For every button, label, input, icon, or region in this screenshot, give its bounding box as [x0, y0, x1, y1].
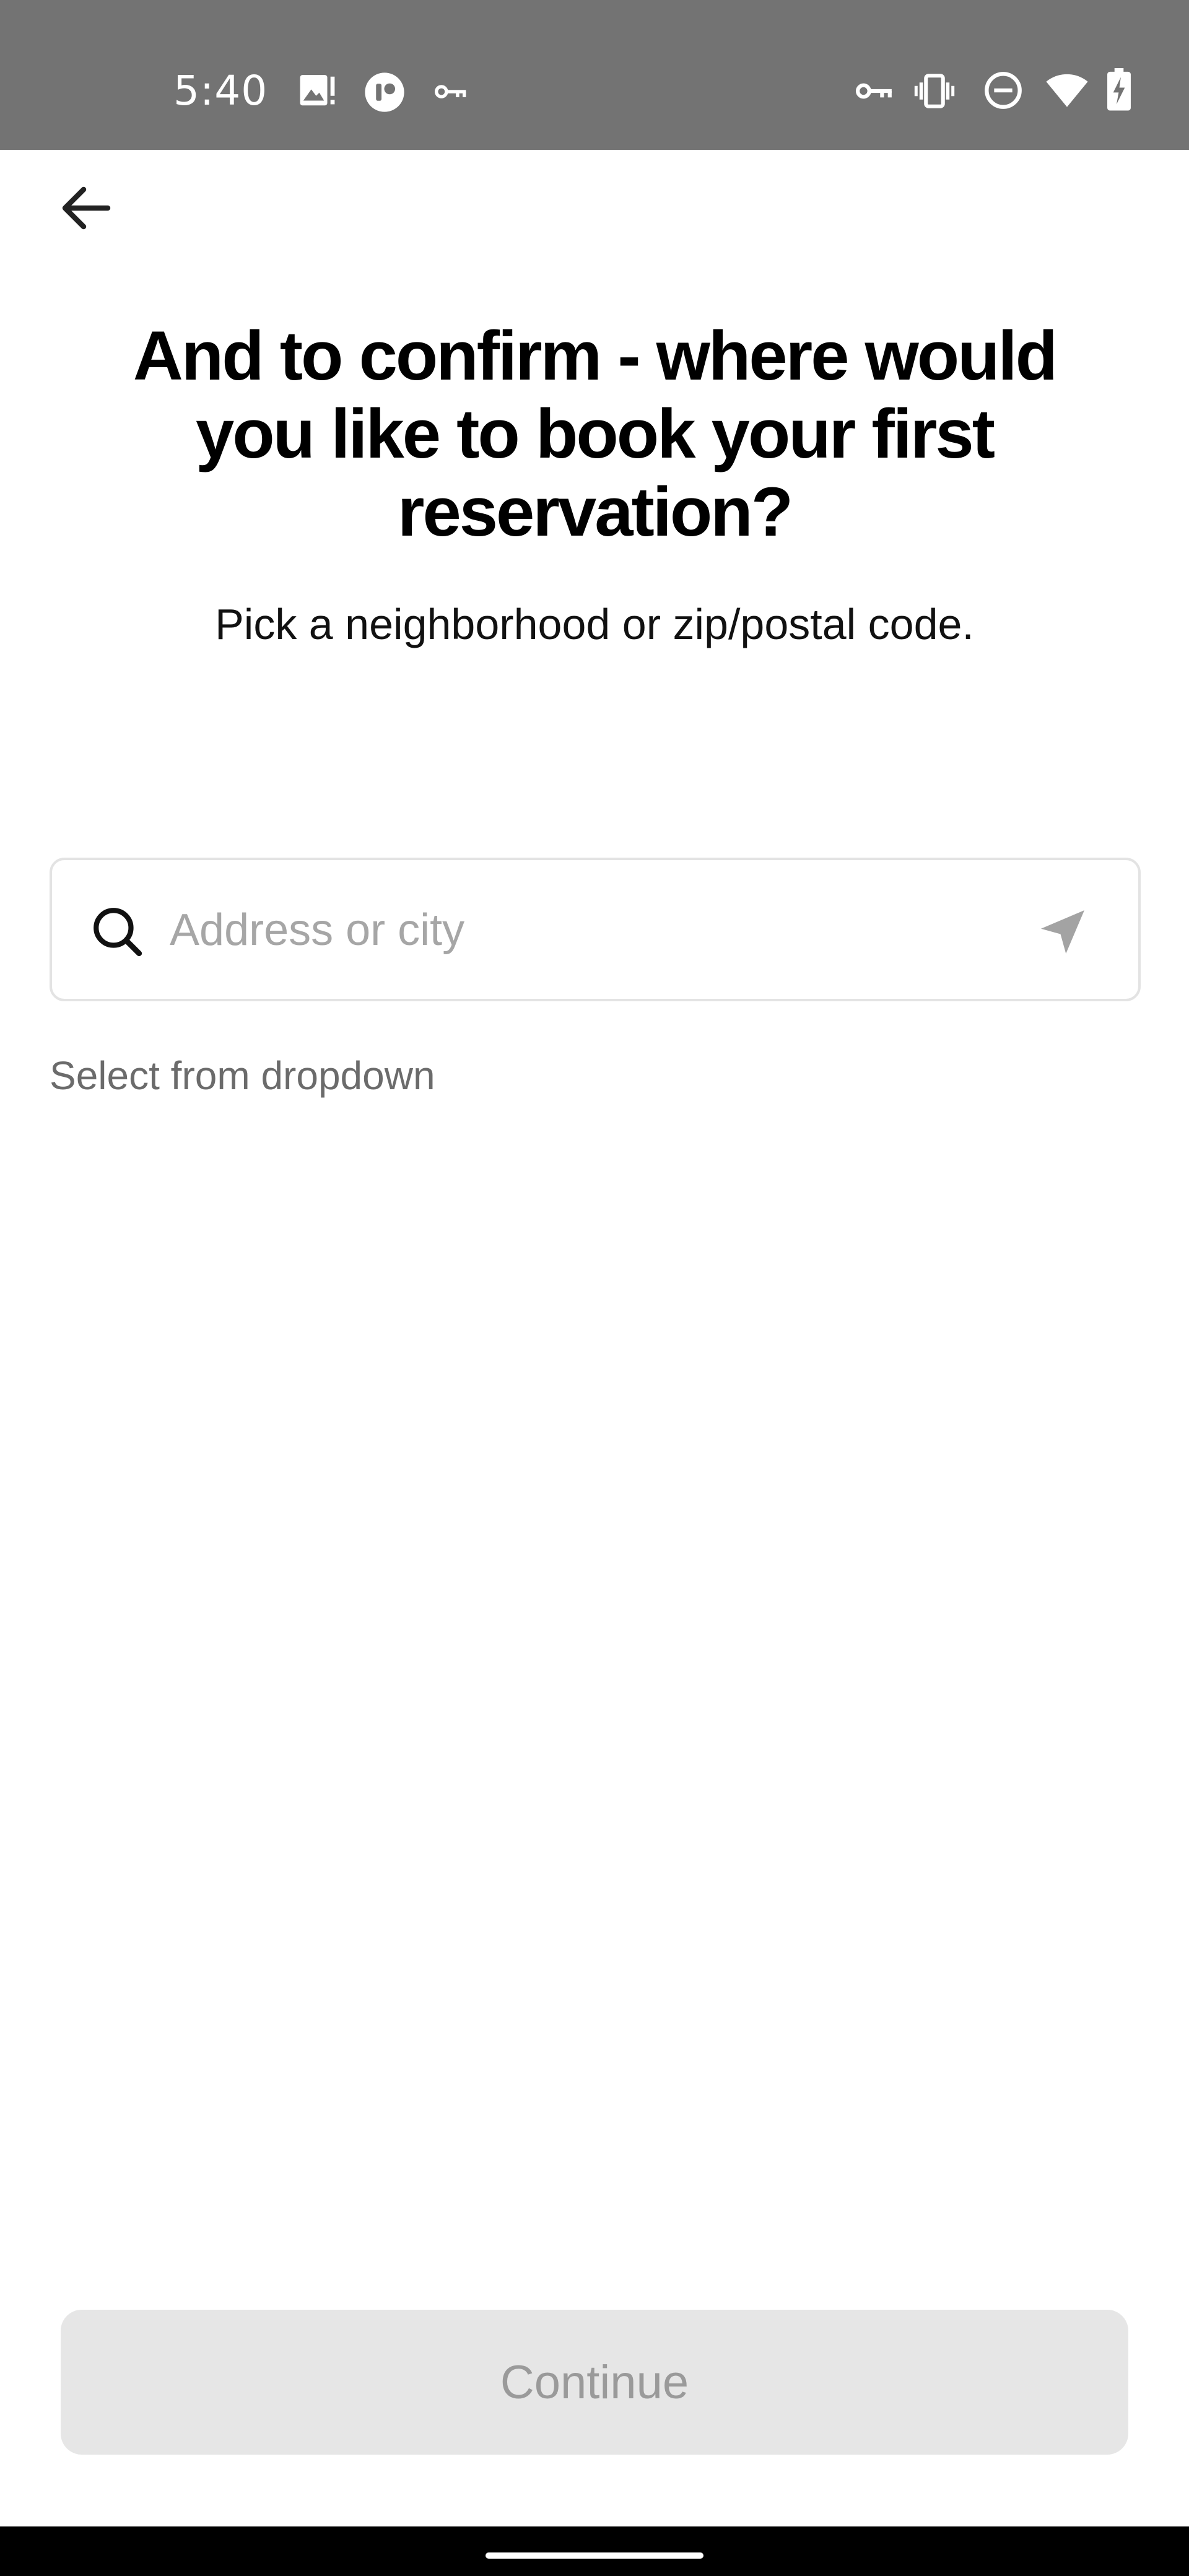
continue-button[interactable]: Continue — [61, 2310, 1128, 2455]
page-title: And to confirm - where would you like to… — [133, 317, 1058, 550]
vpn-key-icon — [856, 77, 894, 108]
home-gesture-handle[interactable] — [486, 2552, 703, 2559]
back-button[interactable] — [54, 178, 116, 240]
status-bar: 5:40 — [0, 0, 1189, 150]
do-not-disturb-icon — [983, 71, 1023, 113]
status-time: 5:40 — [173, 67, 268, 115]
address-search-box[interactable] — [50, 858, 1141, 1001]
vpn-key-icon — [435, 79, 468, 107]
helper-text: Select from dropdown — [50, 1053, 435, 1098]
vibrate-icon — [914, 71, 955, 115]
image-alert-icon — [298, 72, 337, 113]
screen: 5:40 And to confirm - where would you li… — [0, 0, 1189, 2576]
arrow-left-icon — [59, 186, 111, 233]
wifi-icon — [1045, 71, 1089, 112]
location-arrow-icon[interactable] — [1037, 906, 1089, 961]
navigation-bar — [0, 2526, 1189, 2576]
app-notification-icon — [364, 72, 405, 116]
battery-charging-icon — [1106, 68, 1132, 115]
search-icon — [89, 903, 145, 962]
address-search-input[interactable] — [170, 896, 1037, 964]
page-subtitle: Pick a neighborhood or zip/postal code. — [215, 600, 974, 648]
